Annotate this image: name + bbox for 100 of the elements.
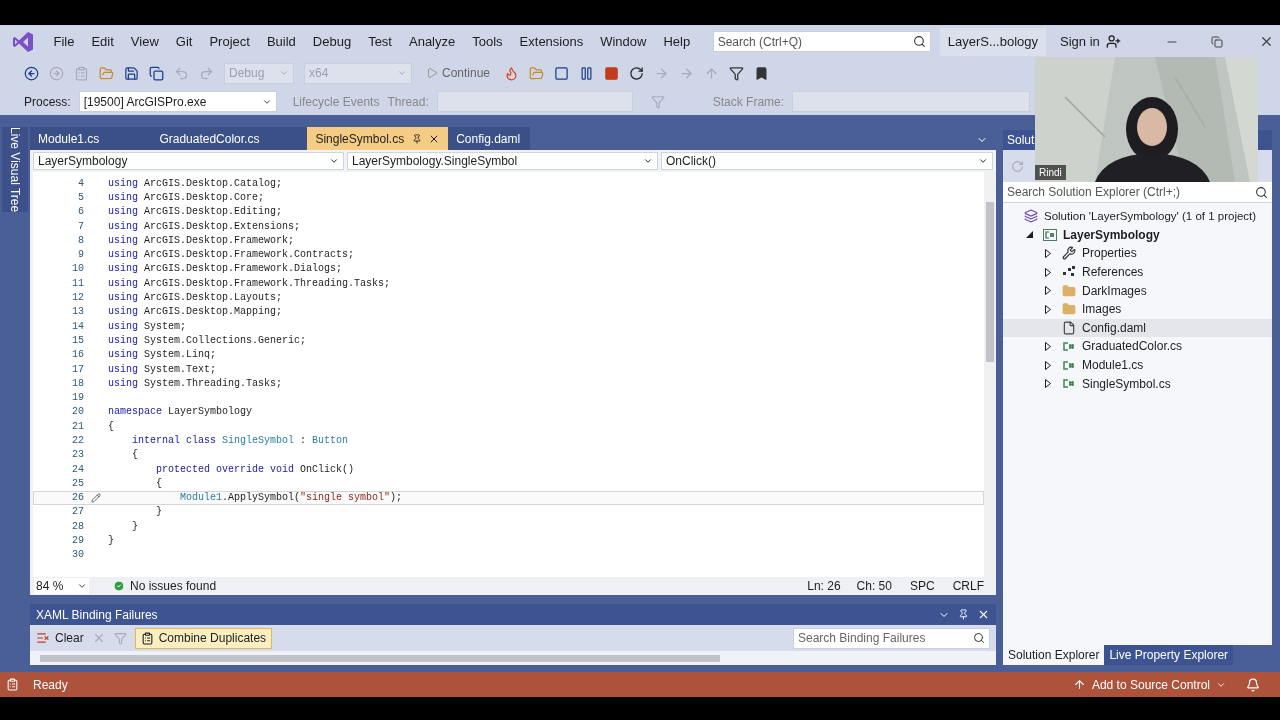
line-ending-status: CRLF bbox=[952, 578, 984, 595]
bookmark-icon[interactable] bbox=[754, 65, 770, 81]
search-field[interactable]: Search Binding Failures bbox=[793, 627, 990, 649]
navigation-dropdown[interactable]: LayerSymbology bbox=[33, 152, 344, 170]
menu-item[interactable]: Build bbox=[258, 31, 305, 52]
search-field[interactable]: Search Solution Explorer (Ctrl+;) bbox=[1003, 182, 1272, 203]
menu-item[interactable]: Tools bbox=[463, 31, 512, 52]
issues-status: No issues found bbox=[130, 578, 217, 595]
line-number: 29 bbox=[71, 534, 84, 549]
menu-item[interactable]: Analyze bbox=[400, 31, 464, 52]
menu-item[interactable]: File bbox=[45, 31, 83, 52]
line-number: 9 bbox=[77, 248, 84, 263]
document-tab[interactable]: SingleSymbol.cs bbox=[307, 127, 449, 150]
notifications-icon[interactable] bbox=[1246, 677, 1260, 692]
line-number: 20 bbox=[71, 405, 84, 420]
play-icon bbox=[426, 67, 438, 79]
menu-item[interactable]: Git bbox=[167, 31, 201, 52]
document-tab[interactable]: Config.daml bbox=[448, 127, 531, 150]
line-number: 17 bbox=[71, 362, 84, 377]
navigation-dropdown[interactable]: LayerSymbology.SingleSymbol bbox=[347, 152, 658, 170]
code-line: using System; bbox=[108, 319, 187, 334]
pin-icon[interactable] bbox=[412, 133, 423, 144]
tree-item[interactable]: DarkImages bbox=[1003, 281, 1272, 300]
tree-item-label: Properties bbox=[1082, 245, 1137, 263]
continue-button[interactable]: Continue bbox=[422, 64, 495, 82]
clear-button[interactable]: Clear bbox=[36, 629, 84, 647]
account-icon[interactable] bbox=[1105, 34, 1121, 49]
back-icon[interactable] bbox=[24, 65, 39, 81]
expanded-arrow-icon[interactable] bbox=[1025, 231, 1033, 239]
tree-item[interactable]: Config.daml bbox=[1003, 318, 1272, 338]
line-number: 12 bbox=[71, 291, 84, 306]
code-line: using System.Text; bbox=[108, 362, 217, 377]
pause-icon[interactable] bbox=[579, 65, 595, 81]
file-icon bbox=[1062, 320, 1076, 335]
close-icon[interactable] bbox=[977, 608, 990, 621]
restore-icon[interactable] bbox=[1210, 35, 1223, 48]
code-line: using System.Linq; bbox=[108, 348, 217, 363]
code-line: using System.Collections.Generic; bbox=[108, 333, 307, 348]
tree-item[interactable]: Module1.cs bbox=[1003, 355, 1272, 375]
stop-icon[interactable] bbox=[604, 65, 620, 81]
menu-item[interactable]: View bbox=[122, 31, 168, 52]
menu-item[interactable]: Help bbox=[654, 31, 699, 52]
document-tab[interactable]: GraduatedColor.cs bbox=[151, 127, 308, 150]
line-number: 24 bbox=[71, 462, 84, 477]
navigation-dropdown[interactable]: OnClick() bbox=[661, 152, 993, 170]
tree-item[interactable]: SingleSymbol.cs bbox=[1003, 374, 1272, 393]
line-number: 21 bbox=[71, 419, 84, 434]
document-tab[interactable]: Module1.cs bbox=[30, 127, 152, 150]
restart-icon[interactable] bbox=[629, 65, 645, 81]
line-number: 16 bbox=[71, 348, 84, 363]
line-number: 6 bbox=[77, 205, 84, 220]
save-icon[interactable] bbox=[124, 65, 139, 81]
line-number: 15 bbox=[71, 333, 84, 348]
vertical-scrollbar[interactable] bbox=[984, 172, 996, 577]
tree-item-label: SingleSymbol.cs bbox=[1082, 375, 1171, 393]
live-visual-tree-tab[interactable]: Live Visual Tree bbox=[2, 127, 28, 213]
code-line: } bbox=[131, 519, 138, 534]
menu-item[interactable]: Window bbox=[591, 31, 655, 52]
code-file-icon bbox=[1063, 341, 1075, 351]
horizontal-scrollbar[interactable] bbox=[30, 651, 996, 665]
menu-item[interactable]: Test bbox=[359, 31, 401, 52]
project-icon bbox=[1043, 228, 1057, 241]
source-control-button[interactable]: Add to Source Control bbox=[1072, 675, 1226, 694]
menu-item[interactable]: Debug bbox=[304, 31, 360, 52]
process-label: Process: bbox=[24, 93, 71, 111]
pin-icon[interactable] bbox=[958, 609, 969, 620]
process-dropdown[interactable]: [19500] ArcGISPro.exe bbox=[78, 91, 277, 112]
line-number: 25 bbox=[71, 476, 84, 491]
edit-indicator-icon bbox=[91, 492, 101, 503]
code-line: using ArcGIS.Desktop.Framework.Dialogs; bbox=[108, 262, 343, 277]
folder-icon bbox=[1062, 283, 1076, 298]
panel-tab[interactable]: Solution Explorer bbox=[1003, 645, 1105, 665]
code-line: { bbox=[155, 476, 162, 491]
line-number: 27 bbox=[71, 505, 84, 520]
tree-item-label: References bbox=[1082, 264, 1144, 282]
line-status: Ln: 26 bbox=[807, 578, 841, 595]
code-line: using ArcGIS.Desktop.Framework.Contracts; bbox=[108, 248, 355, 263]
tree-item[interactable]: GraduatedColor.cs bbox=[1003, 337, 1272, 356]
window-title: LayerS...bology bbox=[939, 27, 1047, 56]
zoom-dropdown[interactable]: 84 % bbox=[34, 578, 89, 594]
menu-item[interactable]: Extensions bbox=[511, 31, 592, 52]
window-icon[interactable] bbox=[554, 65, 570, 81]
caret-icon bbox=[329, 156, 339, 166]
line-number: 11 bbox=[71, 276, 84, 291]
menu-item[interactable]: Project bbox=[200, 31, 259, 52]
tree-item[interactable]: LayerSymbology bbox=[1003, 225, 1272, 245]
search-field[interactable]: Search (Ctrl+Q) bbox=[712, 31, 931, 52]
sign-in-link[interactable]: Sign in bbox=[1060, 31, 1100, 52]
line-number: 30 bbox=[71, 548, 84, 563]
tree-item[interactable]: Images bbox=[1003, 299, 1272, 319]
panel-tab[interactable]: Live Property Explorer bbox=[1104, 645, 1234, 665]
menu-item[interactable]: Edit bbox=[82, 31, 123, 52]
tree-item[interactable]: Properties bbox=[1003, 244, 1272, 263]
thread-label: Thread: bbox=[387, 93, 429, 111]
tree-item[interactable]: Solution 'LayerSymbology' (1 of 1 project) bbox=[1003, 207, 1272, 226]
combine-duplicates-button[interactable]: Combine Duplicates bbox=[134, 627, 273, 649]
line-number: 8 bbox=[77, 233, 84, 248]
code-line: internal class SingleSymbol : Button bbox=[131, 434, 349, 448]
tree-item-label: Solution 'LayerSymbology' (1 of 1 project) bbox=[1044, 208, 1257, 224]
tree-item[interactable]: References bbox=[1003, 262, 1272, 282]
